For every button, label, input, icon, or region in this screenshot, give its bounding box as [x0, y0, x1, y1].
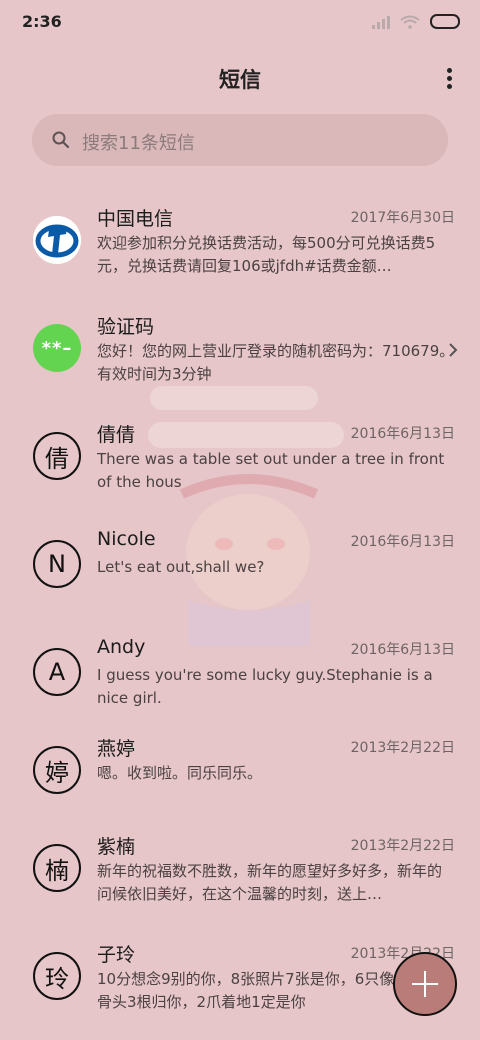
- thread-name: 燕婷: [97, 738, 136, 760]
- search-icon: [52, 131, 70, 149]
- thread-item[interactable]: 婷 燕婷 2013年2月22日 嗯。收到啦。同乐同乐。: [0, 720, 480, 818]
- thread-name: 中国电信: [97, 208, 174, 230]
- more-vert-icon[interactable]: [446, 68, 454, 92]
- chevron-right-icon: [449, 343, 458, 357]
- contact-avatar: 婷: [33, 746, 81, 794]
- thread-list: 中国电信 2017年6月30日 欢迎参加积分兑换话费活动，每500分可兑换话费5…: [0, 190, 480, 1034]
- contact-avatar: 楠: [33, 844, 81, 892]
- thread-date: 2016年6月13日: [350, 534, 455, 550]
- thread-date: 2016年6月13日: [350, 426, 455, 442]
- thread-preview: 嗯。收到啦。同乐同乐。: [97, 764, 263, 782]
- thread-name: 紫楠: [97, 836, 136, 858]
- thread-date: 2017年6月30日: [350, 210, 455, 226]
- search-placeholder: 搜索11条短信: [82, 133, 195, 154]
- thread-preview: 欢迎参加积分兑换话费活动，每500分可兑换话费5元，兑换话费请回复106或jfd…: [97, 234, 436, 275]
- page-title: 短信: [219, 68, 261, 92]
- thread-name: Andy: [97, 636, 146, 658]
- wifi-icon: [400, 15, 420, 29]
- contact-avatar: 玲: [33, 952, 81, 1000]
- thread-item[interactable]: A Andy 2016年6月13日 I guess you're some lu…: [0, 622, 480, 720]
- thread-item[interactable]: 倩 倩倩 2016年6月13日 There was a table set ou…: [0, 406, 480, 514]
- thread-name: 倩倩: [97, 424, 136, 446]
- verification-code-avatar: **–: [33, 324, 81, 372]
- thread-name: Nicole: [97, 528, 156, 550]
- thread-item[interactable]: 楠 紫楠 2013年2月22日 新年的祝福数不胜数，新年的愿望好多好多，新年的问…: [0, 818, 480, 926]
- thread-date: 2016年6月13日: [350, 642, 455, 658]
- app-header: 短信: [0, 58, 480, 102]
- thread-preview: There was a table set out under a tree i…: [97, 450, 445, 491]
- contact-avatar: A: [33, 648, 81, 696]
- contact-avatar: N: [33, 540, 81, 588]
- china-telecom-logo-icon: [33, 216, 81, 264]
- thread-date: 2013年2月22日: [350, 838, 455, 854]
- thread-preview: I guess you're some lucky guy.Stephanie …: [97, 666, 433, 707]
- signal-icon: [372, 15, 390, 29]
- thread-item[interactable]: **– 验证码 您好！您的网上营业厅登录的随机密码为：710679。有效时间为3…: [0, 298, 480, 406]
- search-bar[interactable]: 搜索11条短信: [32, 114, 448, 166]
- contact-avatar: 倩: [33, 432, 81, 480]
- thread-preview: 您好！您的网上营业厅登录的随机密码为：710679。有效时间为3分钟: [97, 342, 455, 383]
- thread-preview: Let's eat out,shall we?: [97, 558, 265, 576]
- thread-name: 验证码: [97, 316, 155, 338]
- thread-name: 子玲: [97, 944, 136, 966]
- thread-item[interactable]: 中国电信 2017年6月30日 欢迎参加积分兑换话费活动，每500分可兑换话费5…: [0, 190, 480, 298]
- new-message-fab[interactable]: [393, 952, 457, 1016]
- thread-preview: 新年的祝福数不胜数，新年的愿望好多好多，新年的问候依旧美好，在这个温馨的时刻，送…: [97, 862, 443, 903]
- thread-date: 2013年2月22日: [350, 740, 455, 756]
- status-icons: [372, 14, 460, 29]
- thread-item[interactable]: N Nicole 2016年6月13日 Let's eat out,shall …: [0, 514, 480, 622]
- status-bar: 2:36: [0, 0, 480, 44]
- battery-icon: [430, 14, 460, 29]
- status-time: 2:36: [22, 12, 62, 31]
